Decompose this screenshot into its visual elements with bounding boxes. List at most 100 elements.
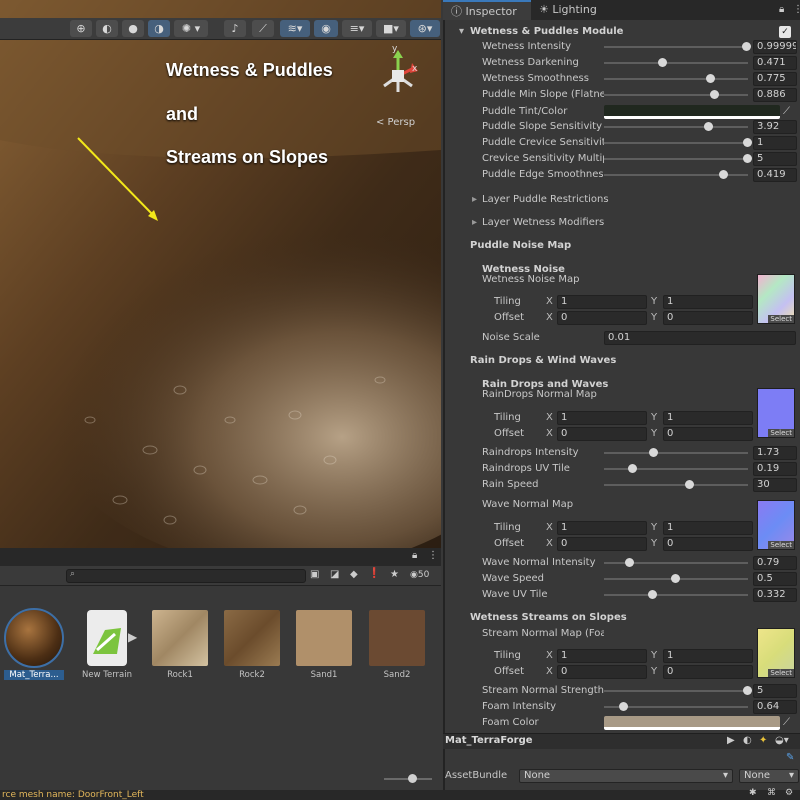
- tag-icon[interactable]: ◆: [350, 569, 358, 580]
- assetbundle-variant-dropdown[interactable]: None ▾: [739, 769, 799, 783]
- asset-material[interactable]: Mat_Terra...: [4, 608, 64, 680]
- slider-value-field[interactable]: 0.419: [753, 168, 797, 182]
- foldout-layer-wetness[interactable]: ▸ Layer Wetness Modifiers: [443, 215, 800, 231]
- sun-icon[interactable]: ✺ ▾: [174, 20, 208, 37]
- zoom-slider-knob[interactable]: [408, 774, 417, 783]
- slider-track[interactable]: [604, 62, 748, 64]
- asset-texture-sand2[interactable]: Sand2: [367, 610, 427, 680]
- hidden-count[interactable]: ◉50: [410, 570, 429, 580]
- slider-value-field[interactable]: 0.886: [753, 88, 797, 102]
- slider-knob[interactable]: [743, 686, 752, 695]
- sphere-solid-icon[interactable]: ●: [122, 20, 144, 37]
- tiling-x-field[interactable]: 1: [557, 295, 647, 309]
- slider-track[interactable]: [604, 126, 748, 128]
- material-preview-bar[interactable]: Mat_TerraForge ▶ ◐ ✦ ◒▾: [443, 733, 800, 749]
- eyedropper-icon[interactable]: ⟋: [783, 104, 790, 120]
- brush-icon[interactable]: ✎: [786, 752, 794, 763]
- module-header[interactable]: ▾ Wetness & Puddles Module ✓: [443, 24, 800, 40]
- slider-track[interactable]: [604, 468, 748, 470]
- slider-track[interactable]: [604, 452, 748, 454]
- bug-icon[interactable]: ✱: [749, 788, 757, 798]
- slider-value-field[interactable]: 0.19: [753, 462, 797, 476]
- puddle-tint-color-field[interactable]: [604, 105, 780, 119]
- star-icon[interactable]: ★: [390, 569, 399, 580]
- filter-type-icon[interactable]: ▣: [310, 569, 319, 580]
- asset-terrain[interactable]: New Terrain: [77, 610, 137, 680]
- slider-knob[interactable]: [649, 448, 659, 457]
- slider-knob[interactable]: [743, 138, 752, 147]
- slider-value-field[interactable]: 0.79: [753, 556, 797, 570]
- warning-icon[interactable]: ❗: [368, 568, 380, 579]
- slider-value-field[interactable]: 0.332: [753, 588, 797, 602]
- slider-knob[interactable]: [647, 590, 657, 599]
- tab-inspector[interactable]: ⓘ Inspector: [443, 0, 531, 20]
- slider-knob[interactable]: [671, 574, 680, 583]
- foldout-layer-puddle[interactable]: ▸ Layer Puddle Restrictions: [443, 192, 800, 208]
- foam-color-field[interactable]: [604, 716, 780, 730]
- slider-value-field[interactable]: 0.5: [753, 572, 797, 586]
- slider-value-field[interactable]: 0.64: [753, 700, 797, 714]
- moon-icon[interactable]: ◑: [148, 20, 170, 37]
- slider-track[interactable]: [604, 158, 748, 160]
- slider-knob[interactable]: [705, 74, 715, 83]
- slider-track[interactable]: [604, 78, 748, 80]
- play-preview-icon[interactable]: ▶: [727, 735, 735, 746]
- slider-knob[interactable]: [685, 480, 695, 489]
- slider-knob[interactable]: [624, 558, 634, 567]
- stack-icon[interactable]: ≡▾: [342, 20, 372, 37]
- tiling-y-field[interactable]: 1: [663, 411, 753, 425]
- fx-icon[interactable]: ⟋: [252, 20, 274, 37]
- slider-knob[interactable]: [658, 58, 668, 67]
- slider-value-field[interactable]: 3.92: [753, 120, 797, 134]
- layers-icon[interactable]: ≋▾: [280, 20, 310, 37]
- offset-x-field[interactable]: 0: [557, 427, 647, 441]
- slider-value-field[interactable]: 1: [753, 136, 797, 150]
- play-preview-icon[interactable]: ▶: [128, 630, 137, 644]
- gizmo-icon[interactable]: ⊛▾: [410, 20, 440, 37]
- camera-icon[interactable]: ■▾: [376, 20, 406, 37]
- slider-value-field[interactable]: 5: [753, 684, 797, 698]
- slider-value-field[interactable]: 5: [753, 152, 797, 166]
- lock-icon[interactable]: 🔒︎: [779, 4, 784, 15]
- orientation-gizmo[interactable]: [372, 46, 424, 102]
- offset-y-field[interactable]: 0: [663, 311, 753, 325]
- projection-label[interactable]: < Persp: [376, 117, 415, 128]
- slider-value-field[interactable]: 0.471: [753, 56, 797, 70]
- offset-x-field[interactable]: 0: [557, 665, 647, 679]
- tab-lighting[interactable]: ☀ Lighting: [531, 0, 611, 20]
- tiling-y-field[interactable]: 1: [663, 295, 753, 309]
- slider-knob[interactable]: [743, 154, 752, 163]
- more-options-icon[interactable]: ⋮: [428, 550, 438, 561]
- slider-value-field[interactable]: 1.73: [753, 446, 797, 460]
- slider-knob[interactable]: [742, 42, 752, 51]
- slider-knob[interactable]: [619, 702, 629, 711]
- more-options-icon[interactable]: ⋮: [793, 4, 800, 15]
- asset-texture-sand1[interactable]: Sand1: [294, 610, 354, 680]
- globe-icon[interactable]: ⊕: [70, 20, 92, 37]
- slider-value-field[interactable]: 0.99999: [753, 40, 797, 54]
- tiling-y-field[interactable]: 1: [663, 521, 753, 535]
- slider-track[interactable]: [604, 46, 748, 48]
- tiling-x-field[interactable]: 1: [557, 411, 647, 425]
- slider-track[interactable]: [604, 594, 748, 596]
- lock-icon[interactable]: 🔒︎: [412, 550, 417, 561]
- visibility-icon[interactable]: ◉: [314, 20, 338, 37]
- module-enabled-checkbox[interactable]: ✓: [779, 26, 791, 38]
- sphere-shaded-icon[interactable]: ◐: [96, 20, 118, 37]
- asset-texture-rock1[interactable]: Rock1: [150, 610, 210, 680]
- tiling-x-field[interactable]: 1: [557, 521, 647, 535]
- slider-value-field[interactable]: 30: [753, 478, 797, 492]
- slider-knob[interactable]: [704, 122, 714, 131]
- slider-knob[interactable]: [709, 90, 719, 99]
- slider-value-field[interactable]: 0.775: [753, 72, 797, 86]
- asset-texture-rock2[interactable]: Rock2: [222, 610, 282, 680]
- eyedropper-icon[interactable]: ⟋: [783, 715, 790, 731]
- offset-y-field[interactable]: 0: [663, 427, 753, 441]
- slider-knob[interactable]: [627, 464, 637, 473]
- audio-mute-icon[interactable]: ♪: [224, 20, 246, 37]
- slider-knob[interactable]: [718, 170, 728, 179]
- slider-track[interactable]: [604, 94, 748, 96]
- tiling-x-field[interactable]: 1: [557, 649, 647, 663]
- scene-view[interactable]: Wetness & Puddles and Streams on Slopes …: [0, 0, 441, 548]
- settings-icon[interactable]: ⚙: [785, 788, 793, 798]
